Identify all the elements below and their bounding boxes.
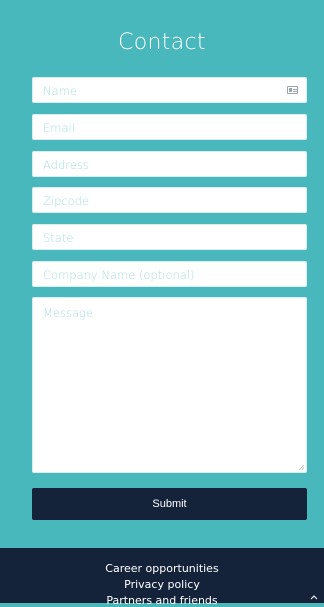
footer-link-privacy[interactable]: Privacy policy — [0, 578, 324, 591]
company-name-field[interactable]: Company Name (optional) — [32, 261, 307, 287]
message-textarea-placeholder: Message — [43, 306, 94, 320]
zipcode-field-placeholder: Zipcode — [43, 194, 90, 208]
footer-link-partners[interactable]: Partners and friends — [0, 594, 324, 607]
name-field[interactable]: Name — [32, 77, 307, 103]
email-field-placeholder: Email — [43, 121, 75, 135]
state-field-placeholder: State — [43, 231, 74, 245]
contact-card-icon[interactable] — [287, 86, 298, 94]
zipcode-field[interactable]: Zipcode — [32, 187, 307, 213]
message-textarea[interactable]: Message — [32, 297, 307, 473]
resize-grip-icon[interactable] — [298, 464, 304, 470]
page-title: Contact — [118, 30, 206, 55]
address-field[interactable]: Address — [32, 151, 307, 177]
name-field-placeholder: Name — [43, 84, 77, 98]
address-field-placeholder: Address — [43, 158, 89, 172]
state-field[interactable]: State — [32, 224, 307, 250]
submit-button[interactable]: Submit — [32, 488, 307, 520]
footer: Career opportunities Privacy policy Part… — [0, 548, 324, 607]
email-field[interactable]: Email — [32, 114, 307, 140]
footer-link-careers[interactable]: Career opportunities — [0, 562, 324, 575]
chevron-up-icon[interactable] — [310, 593, 318, 601]
company-name-field-placeholder: Company Name (optional) — [43, 268, 195, 282]
